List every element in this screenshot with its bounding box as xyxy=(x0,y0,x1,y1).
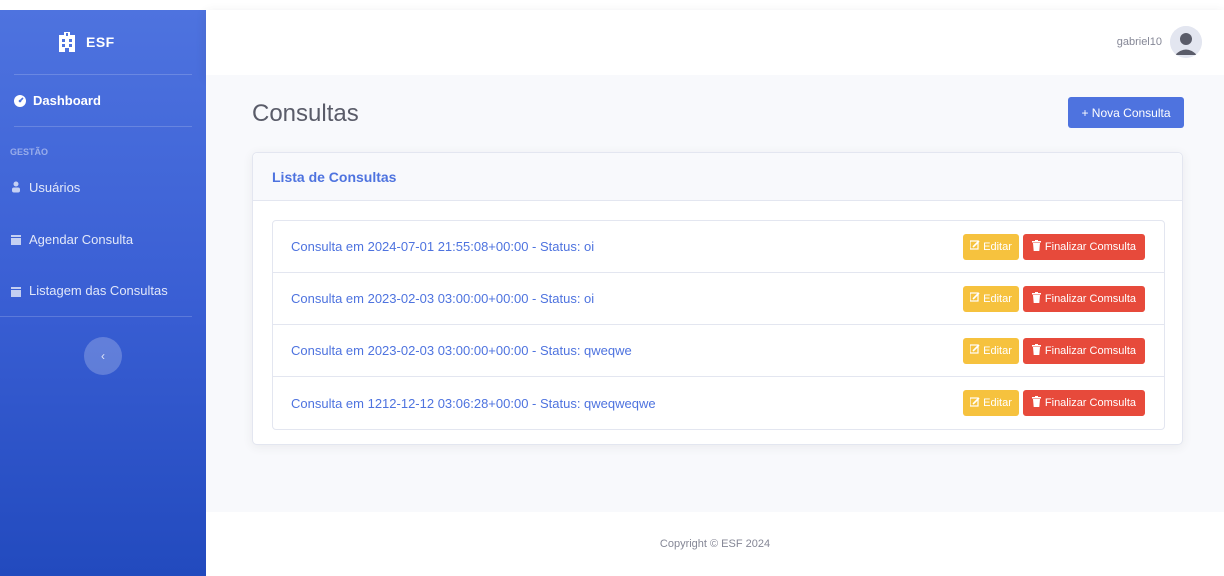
card-header: Lista de Consultas xyxy=(253,153,1182,201)
row-actions: Editar Finalizar Comsulta xyxy=(963,337,1145,364)
edit-button[interactable]: Editar xyxy=(963,233,1019,260)
edit-icon xyxy=(969,240,980,253)
finalizar-label: Finalizar Comsulta xyxy=(1044,344,1136,357)
tachometer-icon xyxy=(14,94,26,107)
edit-label: Editar xyxy=(983,397,1012,409)
edit-icon xyxy=(969,292,980,305)
sidebar-item-listagem-consultas[interactable]: Listagem das Consultas xyxy=(0,265,192,317)
edit-icon xyxy=(969,344,980,357)
trash-icon xyxy=(1031,343,1041,358)
sidebar-toggle-button[interactable]: ‹ xyxy=(84,337,122,375)
main-content: Consultas + Nova Consulta Lista de Consu… xyxy=(206,75,1224,512)
nova-consulta-button[interactable]: + Nova Consulta xyxy=(1068,97,1184,128)
consulta-text: Consulta em 2023-02-03 03:00:00+00:00 - … xyxy=(291,291,595,306)
username: gabriel10 xyxy=(1116,36,1162,48)
list-item: Consulta em 2024-07-01 21:55:08+00:00 - … xyxy=(273,221,1164,273)
consulta-text: Consulta em 2023-02-03 03:00:00+00:00 - … xyxy=(291,343,632,358)
page-title: Consultas xyxy=(252,100,359,127)
finalizar-button[interactable]: Finalizar Comsulta xyxy=(1022,233,1145,260)
consultas-list: Consulta em 2024-07-01 21:55:08+00:00 - … xyxy=(272,220,1165,430)
copyright-text: Copyright © ESF 2024 xyxy=(659,538,771,550)
users-icon xyxy=(10,181,22,193)
user-menu[interactable]: gabriel10 xyxy=(1117,26,1202,58)
sidebar-item-label: Agendar Consulta xyxy=(29,231,134,247)
trash-icon xyxy=(1031,291,1041,306)
trash-icon xyxy=(1031,396,1041,410)
finalizar-label: Finalizar Comsulta xyxy=(1044,292,1136,305)
edit-button[interactable]: Editar xyxy=(963,390,1019,416)
row-actions: Editar Finalizar Comsulta xyxy=(963,233,1145,260)
consultas-card: Lista de Consultas Consulta em 2024-07-0… xyxy=(252,152,1183,445)
edit-button[interactable]: Editar xyxy=(963,285,1019,312)
consulta-text: Consulta em 1212-12-12 03:06:28+00:00 - … xyxy=(291,395,656,411)
sidebar-section-heading: GESTÃO xyxy=(10,147,49,157)
brand[interactable]: ESF xyxy=(14,10,192,75)
sidebar-item-dashboard[interactable]: Dashboard xyxy=(14,75,192,127)
edit-label: Editar xyxy=(983,344,1012,357)
topbar: gabriel10 xyxy=(206,10,1224,75)
sidebar-item-label: Listagem das Consultas xyxy=(29,283,168,298)
trash-icon xyxy=(1031,239,1041,254)
finalizar-button[interactable]: Finalizar Comsulta xyxy=(1022,337,1145,364)
finalizar-label: Finalizar Comsulta xyxy=(1044,397,1136,409)
edit-icon xyxy=(969,396,980,410)
list-item: Consulta em 2023-02-03 03:00:00+00:00 - … xyxy=(273,273,1164,325)
avatar xyxy=(1170,26,1202,58)
list-item: Consulta em 2023-02-03 03:00:00+00:00 - … xyxy=(273,325,1164,377)
list-item: Consulta em 1212-12-12 03:06:28+00:00 - … xyxy=(273,377,1164,429)
row-actions: Editar Finalizar Comsulta xyxy=(963,390,1145,416)
sidebar-item-agendar-consulta[interactable]: Agendar Consulta xyxy=(0,213,206,265)
hospital-icon xyxy=(58,32,76,52)
finalizar-label: Finalizar Comsulta xyxy=(1044,240,1136,253)
sidebar: ESF Dashboard GESTÃO Usuários Agendar Co… xyxy=(0,10,206,576)
sidebar-item-label: Dashboard xyxy=(33,93,101,108)
brand-name: ESF xyxy=(86,34,115,50)
edit-label: Editar xyxy=(983,292,1012,305)
sidebar-item-label: Usuários xyxy=(29,179,81,195)
edit-label: Editar xyxy=(983,240,1012,253)
row-actions: Editar Finalizar Comsulta xyxy=(963,285,1145,312)
finalizar-button[interactable]: Finalizar Comsulta xyxy=(1022,285,1145,312)
chevron-left-icon: ‹ xyxy=(101,349,105,363)
edit-button[interactable]: Editar xyxy=(963,337,1019,364)
card-title: Lista de Consultas xyxy=(272,168,397,185)
consulta-text: Consulta em 2024-07-01 21:55:08+00:00 - … xyxy=(291,239,595,254)
calendar-icon xyxy=(10,285,22,297)
calendar-icon xyxy=(10,233,22,245)
finalizar-button[interactable]: Finalizar Comsulta xyxy=(1022,390,1145,416)
footer: Copyright © ESF 2024 xyxy=(206,512,1224,576)
sidebar-item-usuarios[interactable]: Usuários xyxy=(0,161,206,213)
